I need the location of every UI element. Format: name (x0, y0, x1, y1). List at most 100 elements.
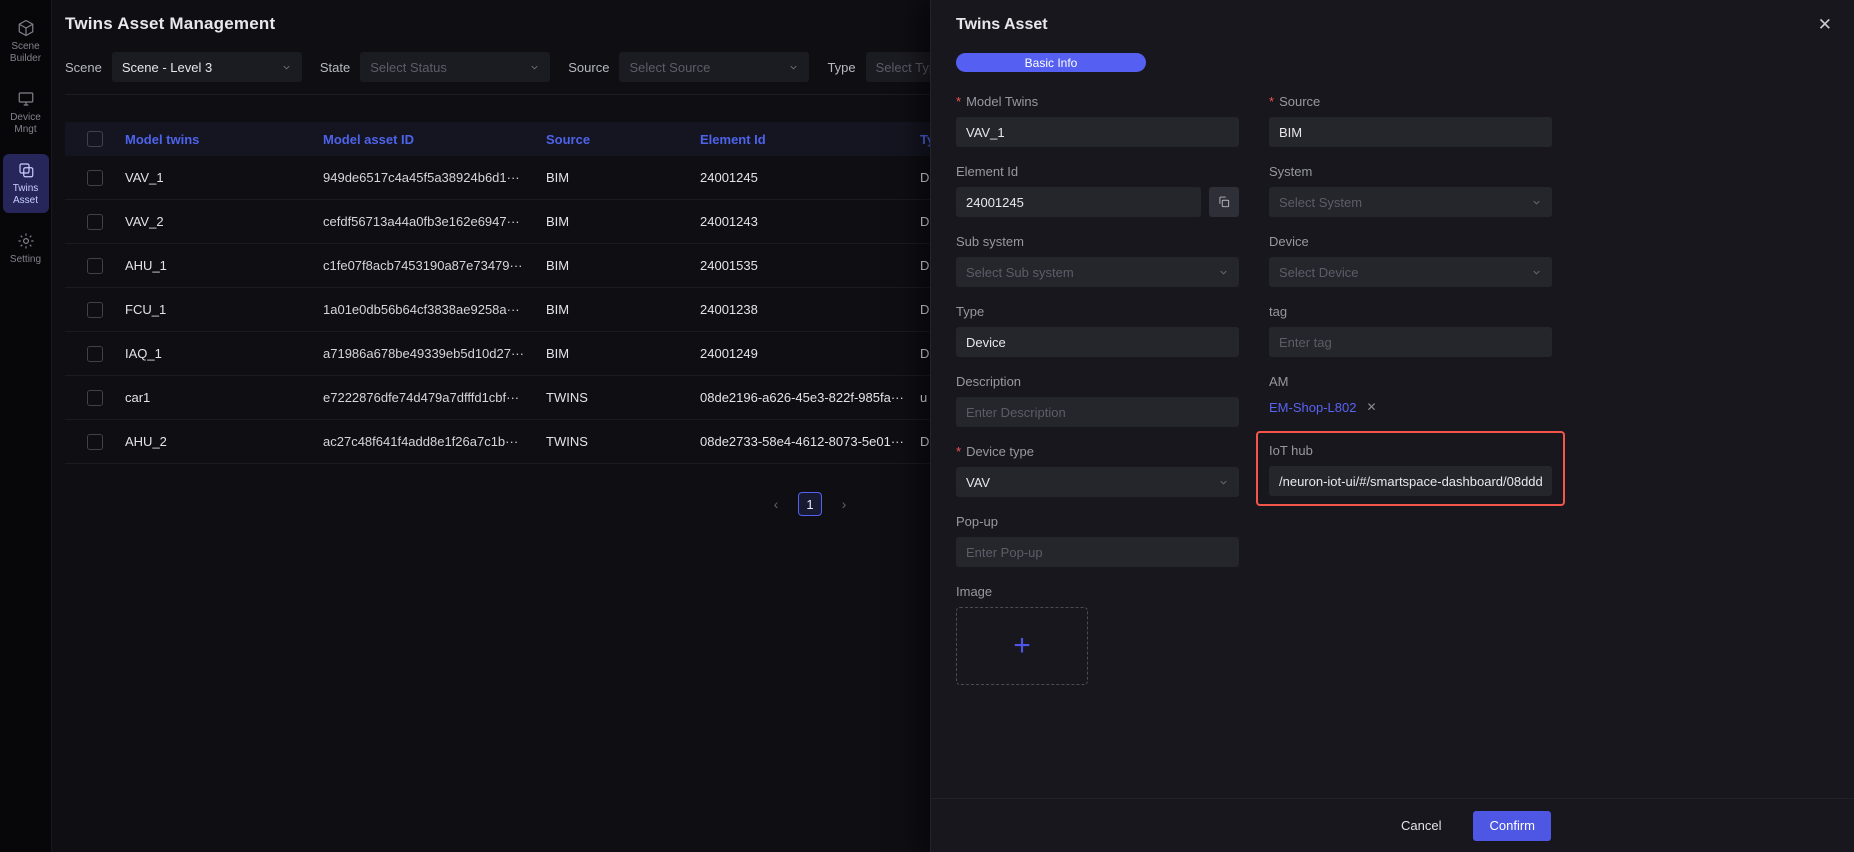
cell-model-twins: VAV_1 (125, 170, 323, 185)
chevron-down-icon (281, 62, 292, 73)
cell-model-asset-id: c1fe07f8acb7453190a87e73479··· (323, 258, 546, 273)
sidebar-item-device-mngt[interactable]: Device Mngt (3, 83, 49, 142)
sidebar-item-label: Device Mngt (5, 112, 47, 135)
drawer-footer: Cancel Confirm (931, 798, 1854, 852)
image-upload[interactable]: + (956, 607, 1088, 685)
sidebar: Scene Builder Device Mngt Twins Asset Se… (0, 0, 52, 852)
column-header: Model asset ID (323, 132, 546, 147)
device-field: Device Select Device (1269, 234, 1552, 287)
system-field: System Select System (1269, 164, 1552, 217)
page-number-button[interactable]: 1 (798, 492, 822, 516)
source-input[interactable] (1269, 117, 1552, 147)
device-type-label: Device type (966, 444, 1034, 459)
element-id-input[interactable] (956, 187, 1201, 217)
cell-element-id: 08de2196-a626-45e3-822f-985fa··· (700, 390, 920, 405)
twins-asset-drawer: Twins Asset ✕ Basic Info *Model Twins El… (930, 0, 1854, 852)
state-filter: State Select Status (320, 52, 550, 82)
cell-model-asset-id: ac27c48f641f4add8e1f26a7c1b··· (323, 434, 546, 449)
popup-input[interactable] (956, 537, 1239, 567)
cancel-button[interactable]: Cancel (1383, 811, 1459, 841)
device-type-select[interactable]: VAV (956, 467, 1239, 497)
chevron-down-icon (1218, 477, 1229, 488)
column-header: Source (546, 132, 700, 147)
copy-button[interactable] (1209, 187, 1239, 217)
scene-filter: Scene Scene - Level 3 (65, 52, 302, 82)
row-checkbox[interactable] (87, 170, 103, 186)
form-column-right: * Source System Select System Device Sele… (1269, 94, 1552, 702)
sub-system-select-value: Select Sub system (966, 265, 1074, 280)
select-all-checkbox[interactable] (87, 131, 103, 147)
copy-icon (1217, 195, 1231, 209)
source-field: * Source (1269, 94, 1552, 147)
cell-source: TWINS (546, 390, 700, 405)
description-field: Description (956, 374, 1239, 427)
source-select[interactable]: Select Source (619, 52, 809, 82)
chevron-down-icon (1218, 267, 1229, 278)
cell-element-id: 08de2733-58e4-4612-8073-5e01··· (700, 434, 920, 449)
cell-model-asset-id: 949de6517c4a45f5a38924b6d1··· (323, 170, 546, 185)
cell-model-twins: IAQ_1 (125, 346, 323, 361)
source-label: Source (1279, 94, 1320, 109)
tag-label: tag (1269, 304, 1287, 319)
scene-select[interactable]: Scene - Level 3 (112, 52, 302, 82)
form-column-left: *Model Twins Element Id Sub system (956, 94, 1239, 702)
am-tag-link[interactable]: EM-Shop-L802 (1269, 400, 1356, 415)
row-checkbox[interactable] (87, 214, 103, 230)
tag-input[interactable] (1269, 327, 1552, 357)
tab-basic-info[interactable]: Basic Info (956, 53, 1146, 72)
row-checkbox[interactable] (87, 258, 103, 274)
sidebar-item-scene-builder[interactable]: Scene Builder (3, 12, 49, 71)
state-filter-label: State (320, 60, 350, 75)
required-asterisk: * (1269, 94, 1274, 109)
row-checkbox[interactable] (87, 434, 103, 450)
cell-source: BIM (546, 214, 700, 229)
type-field: Type (956, 304, 1239, 357)
cell-model-twins: AHU_2 (125, 434, 323, 449)
close-icon[interactable]: ✕ (1814, 14, 1836, 35)
cell-element-id: 24001238 (700, 302, 920, 317)
cell-model-twins: AHU_1 (125, 258, 323, 273)
scene-builder-icon (17, 19, 35, 37)
prev-page-button[interactable]: ‹ (764, 492, 788, 516)
element-id-field: Element Id (956, 164, 1239, 217)
row-checkbox[interactable] (87, 346, 103, 362)
next-page-button[interactable]: › (832, 492, 856, 516)
model-twins-input[interactable] (956, 117, 1239, 147)
description-input[interactable] (956, 397, 1239, 427)
iot-hub-input[interactable] (1269, 466, 1552, 496)
system-select[interactable]: Select System (1269, 187, 1552, 217)
sub-system-field: Sub system Select Sub system (956, 234, 1239, 287)
model-twins-field: *Model Twins (956, 94, 1239, 147)
status-select[interactable]: Select Status (360, 52, 550, 82)
chevron-down-icon (529, 62, 540, 73)
column-header: Model twins (125, 132, 323, 147)
sidebar-item-twins-asset[interactable]: Twins Asset (3, 154, 49, 213)
setting-icon (17, 232, 35, 250)
cell-model-asset-id: a71986a678be49339eb5d10d27··· (323, 346, 546, 361)
device-select[interactable]: Select Device (1269, 257, 1552, 287)
sidebar-item-label: Setting (10, 254, 41, 266)
cell-model-asset-id: cefdf56713a44a0fb3e162e6947··· (323, 214, 546, 229)
drawer-title: Twins Asset (956, 16, 1048, 34)
system-select-value: Select System (1279, 195, 1362, 210)
source-filter-label: Source (568, 60, 609, 75)
cell-source: BIM (546, 302, 700, 317)
sidebar-item-label: Scene Builder (5, 41, 47, 64)
confirm-button[interactable]: Confirm (1473, 811, 1551, 841)
iot-hub-field: IoT hub (1269, 443, 1552, 496)
row-checkbox[interactable] (87, 302, 103, 318)
cell-element-id: 24001243 (700, 214, 920, 229)
popup-field: Pop-up (956, 514, 1239, 567)
model-twins-label: Model Twins (966, 94, 1038, 109)
row-checkbox[interactable] (87, 390, 103, 406)
cell-source: TWINS (546, 434, 700, 449)
am-field: AM EM-Shop-L802 ✕ (1269, 374, 1552, 417)
sub-system-select[interactable]: Select Sub system (956, 257, 1239, 287)
twins-asset-icon (17, 161, 35, 179)
device-type-field: *Device type VAV (956, 444, 1239, 497)
image-field: Image + (956, 584, 1239, 685)
remove-tag-icon[interactable]: ✕ (1366, 400, 1376, 414)
cell-model-asset-id: e7222876dfe74d479a7dfffd1cbf··· (323, 390, 546, 405)
type-input[interactable] (956, 327, 1239, 357)
sidebar-item-setting[interactable]: Setting (3, 225, 49, 273)
